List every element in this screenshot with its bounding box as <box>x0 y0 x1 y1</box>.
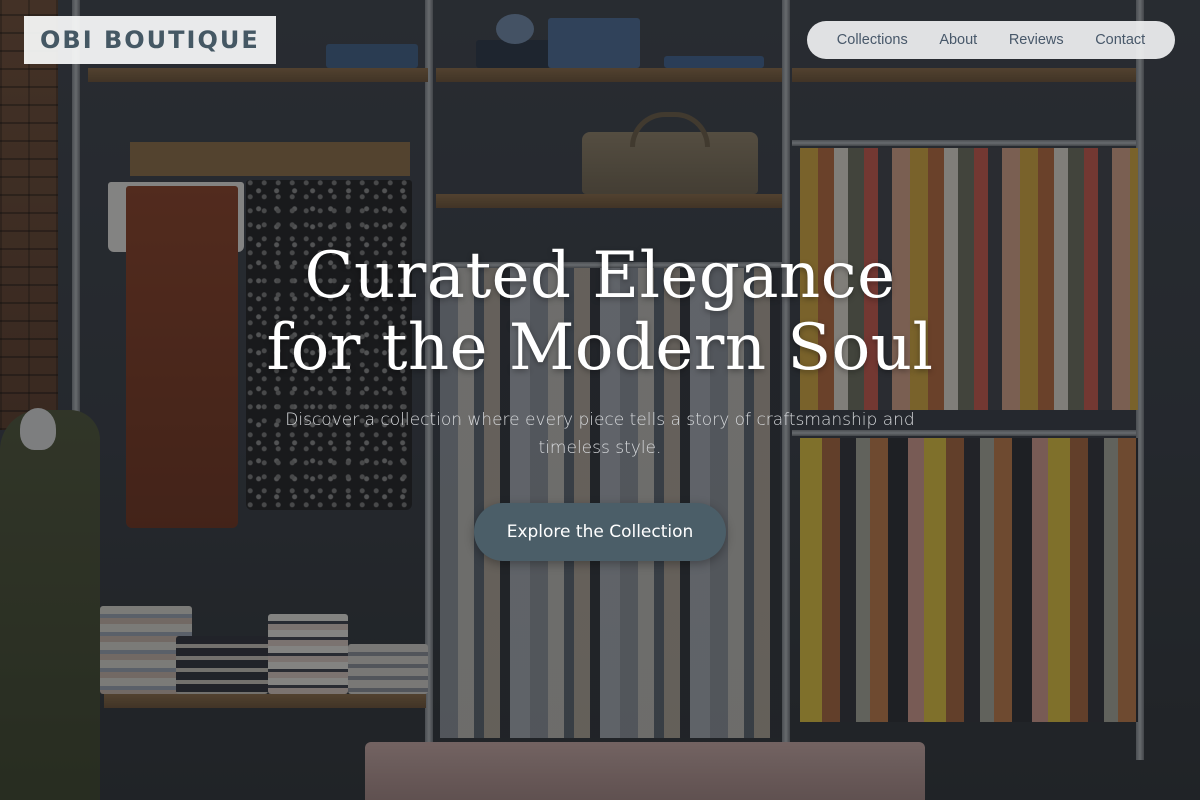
nav-link-collections[interactable]: Collections <box>837 32 908 48</box>
hero-section: Curated Elegance for the Modern Soul Dis… <box>0 240 1200 462</box>
hero-subtitle: Discover a collection where every piece … <box>285 410 915 458</box>
hero-title: Curated Elegance for the Modern Soul <box>0 240 1200 384</box>
explore-collection-button[interactable]: Explore the Collection <box>474 503 726 561</box>
main-nav: Collections About Reviews Contact <box>807 21 1175 59</box>
nav-link-reviews[interactable]: Reviews <box>1009 32 1064 48</box>
nav-link-about[interactable]: About <box>939 32 977 48</box>
brand-name: OBI BOUTIQUE <box>40 26 260 54</box>
brand-logo[interactable]: OBI BOUTIQUE <box>24 16 276 64</box>
nav-link-contact[interactable]: Contact <box>1095 32 1145 48</box>
hero-title-line-1: Curated Elegance <box>304 239 896 313</box>
hero-title-line-2: for the Modern Soul <box>266 311 934 385</box>
